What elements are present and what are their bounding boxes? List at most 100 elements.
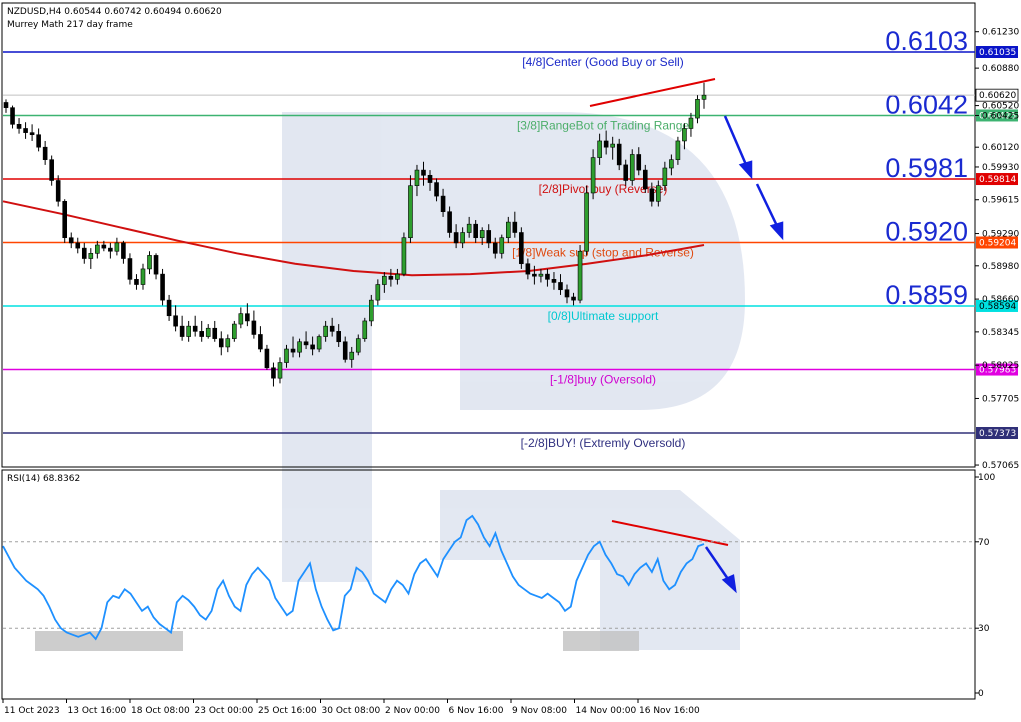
candle-body	[473, 223, 478, 239]
candle-body	[16, 124, 22, 129]
candle-body	[264, 348, 270, 369]
price-tick-label: 0.59290	[982, 230, 1019, 240]
candle-body	[688, 117, 694, 129]
candle-body	[186, 325, 191, 337]
candle-body	[81, 247, 87, 259]
candle-body	[36, 134, 41, 148]
candle-body	[55, 180, 61, 202]
candle-body	[590, 157, 596, 194]
candle-body	[610, 143, 615, 148]
candle-body	[375, 284, 381, 301]
broker-watermark-logo	[282, 112, 745, 650]
time-tick-label: 23 Oct 00:00	[195, 706, 254, 716]
candle-body	[479, 230, 485, 239]
candle-body	[10, 107, 15, 125]
candle-body	[382, 275, 387, 285]
candle-body	[408, 185, 413, 239]
forecast-arrow-2	[755, 183, 784, 241]
price-tick-label: 0.57065	[982, 461, 1019, 471]
candle-body	[669, 159, 674, 169]
candle-body	[62, 200, 68, 239]
candle-body	[290, 348, 296, 353]
candle-body	[297, 341, 302, 353]
rsi-oversold-zone-1	[35, 631, 183, 651]
candle-body	[192, 325, 198, 332]
candle-body	[199, 331, 205, 337]
candle-body	[225, 338, 231, 348]
level-big-value: 0.5859	[885, 280, 968, 310]
level-label: [4/8]Center (Good Buy or Sell)	[522, 55, 683, 69]
trading-chart[interactable]: 0.61035 [4/8]Center (Good Buy or Sell) 0.6…	[0, 0, 1021, 722]
candle-body	[323, 325, 328, 337]
candle-body	[401, 237, 407, 275]
candle-body	[486, 230, 492, 244]
candle-body	[551, 279, 557, 283]
candle-body	[316, 336, 322, 350]
candle-body	[440, 195, 446, 213]
symbol-header: NZDUSD,H4 0.60544 0.60742 0.60494 0.6062…	[7, 7, 222, 17]
price-tick-label: 0.58980	[982, 262, 1019, 272]
candle-body	[636, 154, 642, 171]
candle-body	[571, 296, 576, 301]
level-price-tag-text: 0.57373	[979, 429, 1016, 439]
level-big-value: 0.6103	[885, 26, 968, 56]
candle-body	[616, 143, 622, 166]
candle-body	[512, 221, 518, 233]
candle-body	[525, 263, 531, 275]
price-tick-label: 0.60120	[982, 143, 1019, 153]
level-price-tag-text: 0.59814	[979, 175, 1016, 185]
price-tick-label: 0.60880	[982, 64, 1019, 74]
level-label: [-1/8]buy (Oversold)	[550, 373, 656, 387]
price-tick-label: 0.59615	[982, 196, 1019, 206]
candle-body	[140, 268, 146, 285]
candle-body	[42, 146, 48, 160]
candle-body	[466, 223, 472, 233]
candle-body	[369, 299, 374, 322]
candle-body	[577, 250, 583, 301]
candle-body	[519, 232, 524, 265]
candle-body	[532, 273, 537, 277]
candle-body	[662, 167, 668, 186]
candle-body	[388, 275, 394, 280]
candle-body	[342, 341, 348, 360]
time-tick-label: 16 Nov 16:00	[639, 706, 700, 716]
candle-body	[88, 253, 94, 259]
candle-body	[558, 282, 563, 291]
rsi-oversold-zone-2	[563, 631, 639, 651]
level-big-value: 0.5920	[885, 217, 968, 247]
indicator-name: Murrey Math 217 day frame	[7, 20, 133, 30]
candle-body	[218, 338, 224, 348]
candle-body	[251, 320, 257, 335]
candle-body	[75, 242, 81, 249]
candle-body	[538, 273, 544, 277]
candle-body	[695, 99, 700, 119]
level-label: [3/8]RangeBot of Trading Range	[517, 118, 689, 132]
candle-body	[179, 325, 185, 337]
candle-body	[114, 242, 120, 252]
candle-body	[212, 327, 218, 339]
candle-body	[95, 244, 100, 254]
candle-body	[284, 348, 289, 363]
time-tick-label: 11 Oct 2023	[4, 706, 60, 716]
candle-body	[173, 315, 178, 327]
candle-body	[395, 273, 400, 280]
level-price-tag-text: 0.59204	[979, 239, 1016, 249]
level-label: [2/8]Pivot buy (Reverse)	[539, 182, 668, 196]
candle-body	[153, 255, 159, 275]
candle-body	[584, 192, 589, 252]
candle-body	[238, 313, 244, 325]
candle-body	[434, 182, 439, 197]
candle-body	[492, 242, 498, 254]
candle-body	[68, 237, 74, 244]
time-tick-label: 9 Nov 08:00	[512, 706, 567, 716]
candle-body	[271, 367, 276, 379]
candle-body	[629, 154, 635, 181]
candle-body	[701, 94, 707, 100]
candle-body	[108, 247, 113, 252]
time-tick-label: 14 Nov 00:00	[576, 706, 637, 716]
candle-body	[166, 299, 172, 317]
candle-body	[649, 188, 655, 202]
price-tick-label: 0.58345	[982, 328, 1019, 338]
candle-body	[414, 169, 420, 186]
price-tick-label: 0.60520	[982, 102, 1019, 112]
